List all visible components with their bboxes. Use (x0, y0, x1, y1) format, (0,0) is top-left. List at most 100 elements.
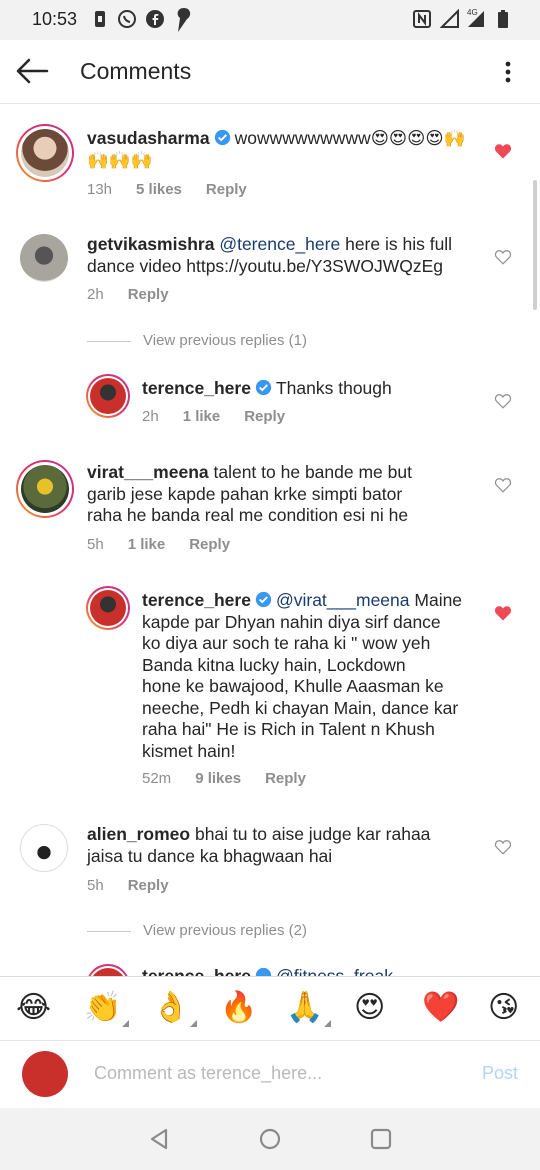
comment-text: garib jese kapde pahan krke simpti bator (87, 483, 403, 504)
comment-item: alien_romeo bhai tu to aise judge kar ra… (0, 812, 540, 912)
likes-count[interactable]: 1 like (183, 408, 221, 425)
comment-username[interactable]: terence_here (142, 378, 251, 398)
verified-badge-icon (214, 129, 230, 146)
comment-text: dance video https://youtu.be/Y3SWOJWQzEg (87, 255, 444, 276)
comment-text: neeche, Pedh ki chayan Main, dance kar (142, 697, 459, 718)
comment-text: kapde par Dhyan nahin diya sirf dance (142, 611, 441, 632)
emoji-ok-hand[interactable]: 👌 (152, 991, 198, 1027)
comment-text: jaisa tu dance ka bhagwaan hai (87, 845, 333, 866)
verified-badge-icon (255, 591, 272, 608)
more-options-icon[interactable] (498, 58, 518, 86)
view-previous-replies[interactable]: View previous replies (1) (87, 332, 307, 349)
comment-meta: 52m 9 likes Reply (142, 770, 330, 787)
avatar[interactable] (16, 460, 74, 518)
comment-username[interactable]: terence_here (142, 966, 251, 976)
avatar[interactable] (86, 586, 130, 630)
comment-meta: 5h Reply (87, 877, 193, 894)
emoji-ok-hand-glyph[interactable]: 👌 (152, 991, 189, 1024)
signal-4g-icon (468, 11, 484, 27)
back-arrow-icon[interactable] (14, 56, 50, 86)
likes-count[interactable]: 5 likes (136, 181, 182, 198)
avatar (22, 1051, 68, 1097)
reply-button[interactable]: Reply (206, 181, 247, 198)
comment-text: hone ke bawajood, Khulle Aaasman ke (142, 676, 444, 696)
battery-icon (498, 10, 508, 28)
reply-button[interactable]: Reply (189, 536, 230, 553)
status-time: 10:53 (32, 9, 78, 29)
heart-outline-icon[interactable] (494, 392, 512, 410)
comment-text: kismet hain! (142, 740, 236, 761)
system-nav-bar (0, 1108, 540, 1170)
comment-text: Thanks though (275, 378, 392, 398)
avatar[interactable] (86, 374, 130, 418)
reply-button[interactable]: Reply (265, 770, 306, 787)
comment-text: ko diya aur soch te raha ki " wow yeh (142, 633, 431, 653)
whatsapp-icon (118, 10, 136, 28)
emoji-fire[interactable]: 🔥 (220, 991, 257, 1025)
emoji-folded-hands[interactable]: 🙏 (286, 991, 332, 1027)
comment-text: talent to he bande me but (208, 462, 412, 482)
heart-outline-icon[interactable] (494, 476, 512, 494)
comment-meta: 5h 1 like Reply (87, 536, 254, 553)
comment-input[interactable]: Comment as terence_here... (94, 1063, 322, 1084)
mention-link[interactable]: @terence_here (219, 234, 340, 254)
comment-text: bhai tu to aise judge kar rahaa (190, 824, 431, 844)
emoji-folded-hands-glyph[interactable]: 🙏 (286, 991, 323, 1024)
view-previous-replies[interactable]: View previous replies (2) (87, 922, 307, 939)
comment-username[interactable]: virat___meena (87, 462, 209, 482)
comment-time: 2h (142, 408, 159, 425)
comment-meta: 2h 1 like Reply (142, 408, 309, 425)
emoji-laughing[interactable]: 😂 (16, 991, 51, 1025)
verified-badge-icon (255, 379, 272, 396)
heart-filled-icon[interactable] (494, 604, 512, 622)
reply-button[interactable]: Reply (244, 408, 285, 425)
avatar[interactable] (20, 234, 68, 282)
reply-item: terence_here @fitness_freak (0, 962, 540, 976)
reply-button[interactable]: Reply (128, 286, 169, 303)
heart-filled-icon[interactable] (494, 142, 512, 160)
reply-item: terence_here Thanks though 2h 1 like Reply (0, 362, 540, 450)
comment-text: Maine (409, 590, 463, 610)
view-previous-replies-label[interactable]: View previous replies (1) (143, 332, 307, 349)
emoji-heart-eyes[interactable]: 😍 (354, 991, 385, 1025)
status-bar: 10:53 4G (0, 0, 540, 40)
comment-text: raha he banda real me condition esi ni h… (87, 505, 409, 525)
mention-link[interactable]: @fitness_freak (276, 966, 393, 976)
comment-time: 5h (87, 536, 104, 553)
post-button[interactable]: Post (482, 1063, 518, 1084)
avatar[interactable] (16, 124, 74, 182)
comment-username[interactable]: vasudasharma (87, 128, 210, 148)
likes-count[interactable]: 1 like (128, 536, 166, 553)
nav-home-icon[interactable] (257, 1126, 283, 1152)
comment-text: Banda kitna lucky hain, Lockdown (142, 654, 406, 675)
emoji-kiss[interactable]: 😘 (488, 991, 519, 1025)
facebook-icon (146, 10, 164, 28)
nav-back-icon[interactable] (146, 1126, 172, 1152)
heart-outline-icon[interactable] (494, 838, 512, 856)
comment-meta: 13h 5 likes Reply (87, 181, 271, 198)
page-title: Comments (80, 58, 192, 84)
comment-username[interactable]: alien_romeo (87, 824, 190, 844)
comment-meta: 2h Reply (87, 286, 193, 303)
avatar[interactable] (20, 824, 68, 872)
heart-outline-icon[interactable] (494, 248, 512, 266)
nav-recents-icon[interactable] (368, 1126, 394, 1152)
comment-time: 13h (87, 181, 113, 198)
emoji-clapping-glyph[interactable]: 👏 (84, 991, 121, 1024)
nfc-icon (413, 10, 431, 28)
battery-saver-icon (95, 11, 105, 27)
emoji-clapping[interactable]: 👏 (84, 991, 130, 1027)
emoji-red-heart[interactable]: ❤️ (422, 991, 459, 1025)
reply-item: terence_here @virat___meena Maine kapde p… (0, 574, 540, 800)
comment-username[interactable]: getvikasmishra (87, 234, 214, 254)
comment-time: 52m (142, 770, 172, 787)
avatar[interactable] (86, 964, 130, 976)
emoji-quick-bar: 😂 👏 👌 🔥 🙏 😍 ❤️ 😘 (0, 976, 540, 1040)
reply-button[interactable]: Reply (128, 877, 169, 894)
comment-username[interactable]: terence_here (142, 590, 251, 610)
comment-item: getvikasmishra @terence_here here is his… (0, 214, 540, 320)
view-previous-replies-label[interactable]: View previous replies (2) (143, 922, 307, 939)
likes-count[interactable]: 9 likes (195, 770, 241, 787)
mention-link[interactable]: @virat___meena (276, 590, 410, 610)
comment-time: 2h (87, 286, 104, 303)
